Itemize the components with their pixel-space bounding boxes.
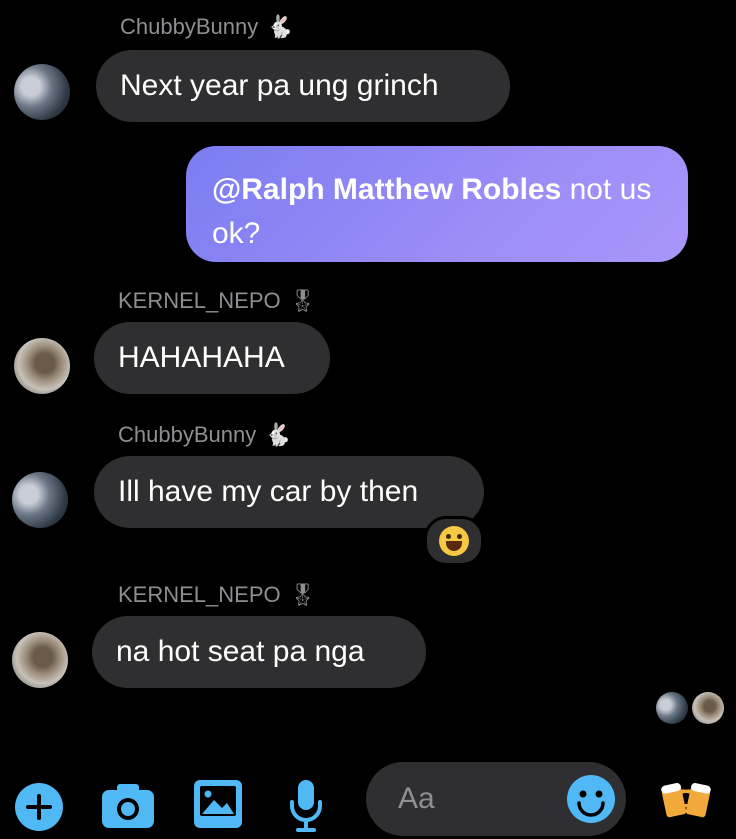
message-input-placeholder: Aa: [398, 782, 435, 815]
mention[interactable]: @Ralph Matthew Robles: [212, 173, 561, 206]
medal-emoji-icon: 🎖: [288, 288, 317, 314]
reaction-badge[interactable]: [424, 516, 484, 566]
rabbit-emoji-icon: 🐇: [264, 422, 292, 448]
laughing-face-icon: [439, 526, 469, 556]
avatar[interactable]: [12, 472, 68, 528]
message-bubble-outgoing[interactable]: @Ralph Matthew Robles not us ok?: [186, 146, 688, 262]
microphone-icon[interactable]: [286, 778, 326, 839]
message-bubble[interactable]: HAHAHAHA: [94, 322, 330, 394]
plus-icon[interactable]: [14, 782, 64, 837]
image-icon[interactable]: [192, 778, 244, 835]
seen-avatar: [656, 692, 688, 724]
sender-name: ChubbyBunny 🐇: [120, 14, 294, 40]
message-bubble[interactable]: na hot seat pa nga: [92, 616, 426, 688]
sender-name: KERNEL_NEPO 🎖: [118, 582, 317, 608]
rabbit-emoji-icon: 🐇: [266, 14, 294, 40]
seen-avatar: [692, 692, 724, 724]
medal-emoji-icon: 🎖: [288, 582, 317, 608]
avatar[interactable]: [14, 64, 70, 120]
message-bubble[interactable]: Next year pa ung grinch: [96, 50, 510, 122]
emoji-icon[interactable]: [566, 774, 616, 829]
sender-name: KERNEL_NEPO 🎖: [118, 288, 317, 314]
avatar[interactable]: [14, 338, 70, 394]
avatar[interactable]: [12, 632, 68, 688]
camera-icon[interactable]: [100, 780, 156, 835]
beer-mugs-icon[interactable]: [660, 776, 714, 827]
sender-name: ChubbyBunny 🐇: [118, 422, 292, 448]
message-bubble[interactable]: Ill have my car by then: [94, 456, 484, 528]
